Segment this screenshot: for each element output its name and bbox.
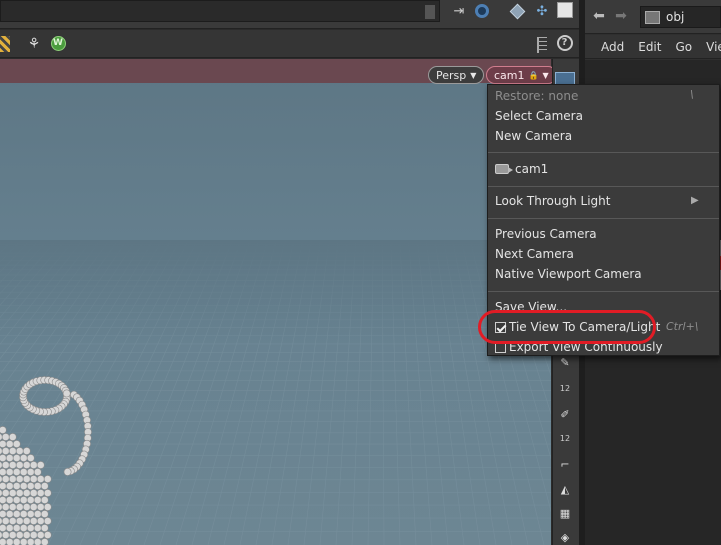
snap-value: 12: [559, 383, 571, 393]
menu-export-view[interactable]: Export View Continuously: [495, 338, 663, 356]
menu-separator: [488, 152, 719, 153]
export-view-checkbox[interactable]: [495, 341, 506, 353]
pin-icon[interactable]: ⇥: [450, 3, 468, 19]
menu-export-view-label: Export View Continuously: [509, 340, 663, 354]
persp-label: Persp: [436, 68, 467, 82]
transform-icon[interactable]: ✣: [533, 2, 551, 20]
menu-select-camera-label: Select Camera: [495, 109, 583, 123]
menu-tie-view[interactable]: Tie View To Camera/Light: [495, 318, 660, 336]
menu-previous-camera[interactable]: Previous Camera: [495, 225, 597, 243]
snap-edge-icon[interactable]: 12: [555, 428, 575, 448]
menu-look-through-light-label: Look Through Light: [495, 194, 611, 208]
menu-select-camera[interactable]: Select Camera: [495, 107, 583, 125]
perspective-menu-button[interactable]: Persp ▼: [428, 66, 485, 84]
camera-label: cam1: [494, 68, 525, 82]
camera-icon: [495, 164, 513, 174]
background-icon[interactable]: [0, 36, 10, 52]
menu-tie-view-label: Tie View To Camera/Light: [509, 320, 661, 334]
menu-go[interactable]: Go: [675, 40, 692, 54]
menu-add[interactable]: Add: [601, 40, 624, 54]
dropdown-arrow-icon[interactable]: [425, 5, 435, 19]
snap-primitive-icon[interactable]: 12: [555, 378, 575, 398]
menu-new-camera-label: New Camera: [495, 129, 573, 143]
camera-menu-button[interactable]: cam1 🔒 ▼: [486, 66, 557, 84]
menu-save-view-label: Save View...: [495, 300, 568, 314]
cube-icon[interactable]: [508, 2, 526, 20]
corner-icon[interactable]: ⌐: [555, 454, 575, 474]
back-arrow-icon[interactable]: ⬅: [591, 8, 607, 24]
pane-top-toolbar: [0, 0, 579, 29]
checker-icon[interactable]: ▦: [555, 503, 575, 523]
wedge-icon[interactable]: ◭: [555, 479, 575, 499]
menu-previous-camera-label: Previous Camera: [495, 227, 597, 241]
target-icon[interactable]: [473, 2, 491, 20]
teapot-points: [0, 376, 92, 545]
menu-view[interactable]: View: [706, 40, 721, 54]
menu-native-viewport-camera-label: Native Viewport Camera: [495, 267, 642, 281]
viewer-toolbar: [0, 30, 579, 58]
lock-icon: 🔒: [528, 70, 539, 80]
menu-look-through-light[interactable]: Look Through Light: [495, 192, 610, 210]
layer-icon[interactable]: ◈: [555, 527, 575, 545]
view-w-icon[interactable]: W: [50, 35, 66, 51]
menu-next-camera-label: Next Camera: [495, 247, 574, 261]
brush-icon[interactable]: ✐: [555, 404, 575, 424]
ruler-icon[interactable]: [534, 36, 550, 54]
camera-menu: Restore: none \ Select Camera New Camera…: [487, 84, 720, 356]
restore-shortcut: \: [690, 88, 694, 101]
menu-restore[interactable]: Restore: none: [495, 87, 578, 105]
pane-maximize-icon[interactable]: [557, 2, 573, 18]
network-menubar: Add Edit Go View: [585, 35, 721, 59]
menu-separator: [488, 218, 719, 219]
tie-view-checkbox[interactable]: [495, 321, 506, 333]
menu-cam1[interactable]: cam1: [495, 160, 548, 178]
operation-dropdown[interactable]: [0, 0, 440, 22]
forward-arrow-icon[interactable]: ➡: [613, 8, 629, 24]
menu-separator: [488, 186, 719, 187]
snap-value: 12: [559, 433, 571, 443]
menu-native-viewport-camera[interactable]: Native Viewport Camera: [495, 265, 642, 283]
snap-icon[interactable]: ⚘: [24, 34, 44, 54]
network-path-text: obj: [666, 10, 685, 24]
menu-restore-label: Restore: none: [495, 89, 579, 103]
menu-cam1-label: cam1: [515, 162, 549, 176]
chevron-down-icon: ▼: [542, 70, 549, 80]
menu-separator: [488, 291, 719, 292]
menu-new-camera[interactable]: New Camera: [495, 127, 572, 145]
menu-next-camera[interactable]: Next Camera: [495, 245, 574, 263]
submenu-arrow-icon: ▶: [691, 195, 699, 206]
help-icon[interactable]: ?: [556, 34, 573, 51]
menu-save-view[interactable]: Save View...: [495, 298, 567, 316]
network-path-field[interactable]: obj: [640, 6, 721, 28]
obj-network-icon: [645, 10, 660, 24]
chevron-down-icon: ▼: [470, 70, 477, 80]
tie-view-shortcut: Ctrl+\: [666, 320, 699, 333]
menu-edit[interactable]: Edit: [638, 40, 661, 54]
